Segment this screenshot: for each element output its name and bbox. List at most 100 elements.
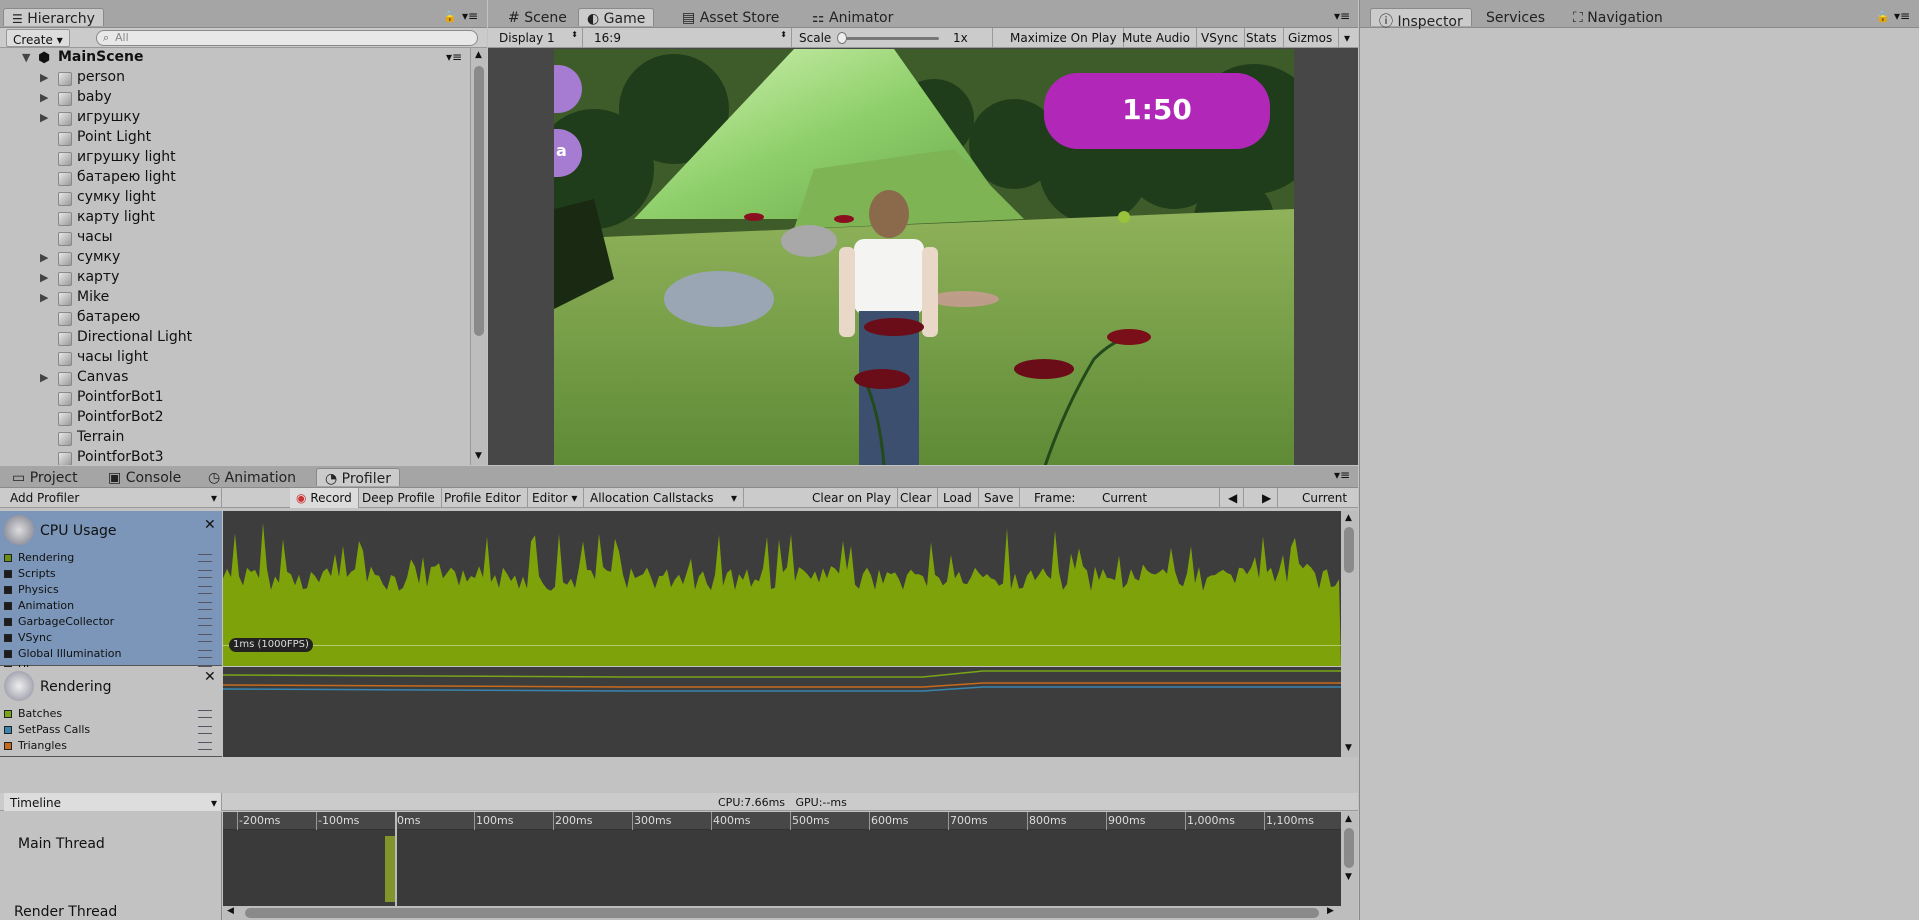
hierarchy-scrollbar[interactable]: ▲ ▼ [470, 48, 487, 465]
gizmos-button[interactable]: Gizmos [1282, 28, 1340, 48]
tab-services[interactable]: Services [1478, 8, 1553, 26]
profiler-scrollbar[interactable]: ▲ ▼ [1341, 511, 1358, 757]
close-icon[interactable]: ✕ [204, 669, 216, 685]
timeline-view[interactable]: -200ms -100ms 0ms 100ms 200ms 300ms 400ms 500ms… [223, 812, 1341, 906]
cpu-usage-legend[interactable]: CPU Usage ✕ Rendering Scripts Physics Anima… [0, 511, 222, 692]
scroll-thumb[interactable] [1344, 828, 1354, 868]
legend-item[interactable]: Animation [4, 599, 218, 615]
scroll-up-icon[interactable]: ▲ [1345, 513, 1352, 523]
stats-button[interactable]: Stats [1240, 28, 1284, 48]
legend-item[interactable]: Batches [4, 707, 218, 723]
add-profiler-dropdown[interactable]: Add Profiler ▾ [4, 488, 222, 508]
lock-icon[interactable]: 🔒 [1876, 10, 1890, 23]
tab-scene[interactable]: # Scene [500, 8, 575, 26]
legend-item[interactable]: SetPass Calls [4, 723, 218, 739]
deep-profile-button[interactable]: Deep Profile [356, 488, 442, 508]
hierarchy-item[interactable]: Terrain [0, 428, 470, 448]
record-button[interactable]: ◉ Record [290, 488, 359, 508]
search-input[interactable]: ⌕ All [96, 30, 478, 46]
hierarchy-item[interactable]: Directional Light [0, 328, 470, 348]
hierarchy-item[interactable]: PointforBot3 [0, 448, 470, 465]
scroll-up-icon[interactable]: ▲ [475, 50, 482, 60]
clear-on-play-button[interactable]: Clear on Play [806, 488, 898, 508]
hierarchy-item[interactable]: ▶ baby [0, 88, 470, 108]
legend-item[interactable]: VSync [4, 631, 218, 647]
hierarchy-item[interactable]: PointforBot1 [0, 388, 470, 408]
tab-project[interactable]: ▭ Project [4, 468, 86, 486]
drag-handle-icon[interactable] [198, 650, 212, 658]
legend-item[interactable]: Global Illumination [4, 647, 218, 663]
drag-handle-icon[interactable] [198, 618, 212, 626]
clear-button[interactable]: Clear [894, 488, 939, 508]
legend-item[interactable]: Triangles [4, 739, 218, 755]
tab-inspector[interactable]: ⓘ Inspector [1370, 8, 1472, 30]
legend-item[interactable]: GarbageCollector [4, 615, 218, 631]
scroll-thumb[interactable] [1344, 527, 1354, 573]
tab-asset-store[interactable]: ▤ Asset Store [674, 8, 787, 26]
expand-arrow-icon[interactable]: ▶ [40, 111, 48, 124]
prev-frame-button[interactable]: ◀ [1222, 488, 1245, 508]
mute-audio-button[interactable]: Mute Audio [1116, 28, 1197, 48]
tab-animation[interactable]: ◷ Animation [200, 468, 304, 486]
hierarchy-item[interactable]: батарею light [0, 168, 470, 188]
tab-console[interactable]: ▣ Console [100, 468, 189, 486]
expand-arrow-icon[interactable]: ▶ [40, 251, 48, 264]
panel-menu-icon[interactable]: ▾≡ [1334, 468, 1350, 482]
hierarchy-item[interactable]: ▶ Canvas [0, 368, 470, 388]
profile-editor-button[interactable]: Profile Editor [438, 488, 528, 508]
hierarchy-item[interactable]: ▶ сумку [0, 248, 470, 268]
panel-menu-icon[interactable]: ▾≡ [1334, 9, 1350, 23]
tab-game[interactable]: ◐ Game [578, 8, 655, 27]
expand-arrow-icon[interactable]: ▶ [40, 91, 48, 104]
scroll-down-icon[interactable]: ▼ [1345, 743, 1352, 753]
hierarchy-item[interactable]: ▶ Mike [0, 288, 470, 308]
drag-handle-icon[interactable] [198, 742, 212, 750]
panel-menu-icon[interactable]: ▾≡ [462, 9, 478, 23]
timeline-dropdown[interactable]: Timeline ▾ [4, 793, 222, 811]
hierarchy-item[interactable]: часы light [0, 348, 470, 368]
hierarchy-item[interactable]: сумку light [0, 188, 470, 208]
display-select[interactable]: Display 1 ⬍ [493, 28, 583, 48]
scroll-right-icon[interactable]: ▶ [1327, 906, 1334, 916]
game-viewport[interactable]: a 1:50 [554, 49, 1294, 465]
vsync-button[interactable]: VSync [1195, 28, 1246, 48]
panel-menu-icon[interactable]: ▾≡ [1894, 9, 1910, 23]
expand-arrow-icon[interactable]: ▶ [40, 371, 48, 384]
thread-label-main[interactable]: Main Thread [18, 836, 105, 852]
scale-slider-track[interactable] [839, 37, 939, 40]
expand-arrow-icon[interactable]: ▶ [40, 71, 48, 84]
current-frame-button[interactable]: Current [1296, 488, 1353, 508]
rendering-legend[interactable]: Rendering ✕ Batches SetPass Calls Triangle… [0, 667, 222, 757]
aspect-select[interactable]: 16:9 ⬍ [588, 28, 792, 48]
expand-arrow-icon[interactable]: ▶ [40, 271, 48, 284]
scroll-thumb[interactable] [245, 908, 1319, 918]
legend-item[interactable]: Scripts [4, 567, 218, 583]
allocation-callstacks-dropdown[interactable]: Allocation Callstacks ▾ [584, 488, 744, 508]
drag-handle-icon[interactable] [198, 726, 212, 734]
tab-navigation[interactable]: ⛶ Navigation [1565, 8, 1671, 26]
hierarchy-item[interactable]: батарею [0, 308, 470, 328]
create-button[interactable]: Create ▾ [6, 29, 70, 47]
timeline-vscroll[interactable]: ▲ ▼ [1341, 812, 1358, 920]
drag-handle-icon[interactable] [198, 602, 212, 610]
gizmos-dropdown[interactable]: ▾ [1338, 28, 1356, 48]
scene-menu-icon[interactable]: ▾≡ [446, 50, 462, 64]
scroll-down-icon[interactable]: ▼ [475, 451, 482, 461]
editor-dropdown[interactable]: Editor ▾ [526, 488, 585, 508]
hierarchy-item[interactable]: Point Light [0, 128, 470, 148]
scale-slider-thumb[interactable] [837, 32, 847, 44]
drag-handle-icon[interactable] [198, 570, 212, 578]
save-button[interactable]: Save [978, 488, 1021, 508]
hierarchy-item[interactable]: карту light [0, 208, 470, 228]
legend-item[interactable]: Rendering [4, 551, 218, 567]
lock-icon[interactable]: 🔒 [443, 10, 457, 23]
scroll-left-icon[interactable]: ◀ [227, 906, 234, 916]
hierarchy-item[interactable]: ▶ person [0, 68, 470, 88]
maximize-on-play-button[interactable]: Maximize On Play [1004, 28, 1124, 48]
thread-label-render[interactable]: Render Thread [14, 904, 117, 918]
tab-profiler[interactable]: ◔ Profiler [316, 468, 400, 487]
expand-arrow-icon[interactable]: ▶ [40, 291, 48, 304]
hierarchy-item[interactable]: ▶ игрушку [0, 108, 470, 128]
drag-handle-icon[interactable] [198, 634, 212, 642]
timeline-hscroll[interactable]: ◀ ▶ [223, 906, 1341, 920]
